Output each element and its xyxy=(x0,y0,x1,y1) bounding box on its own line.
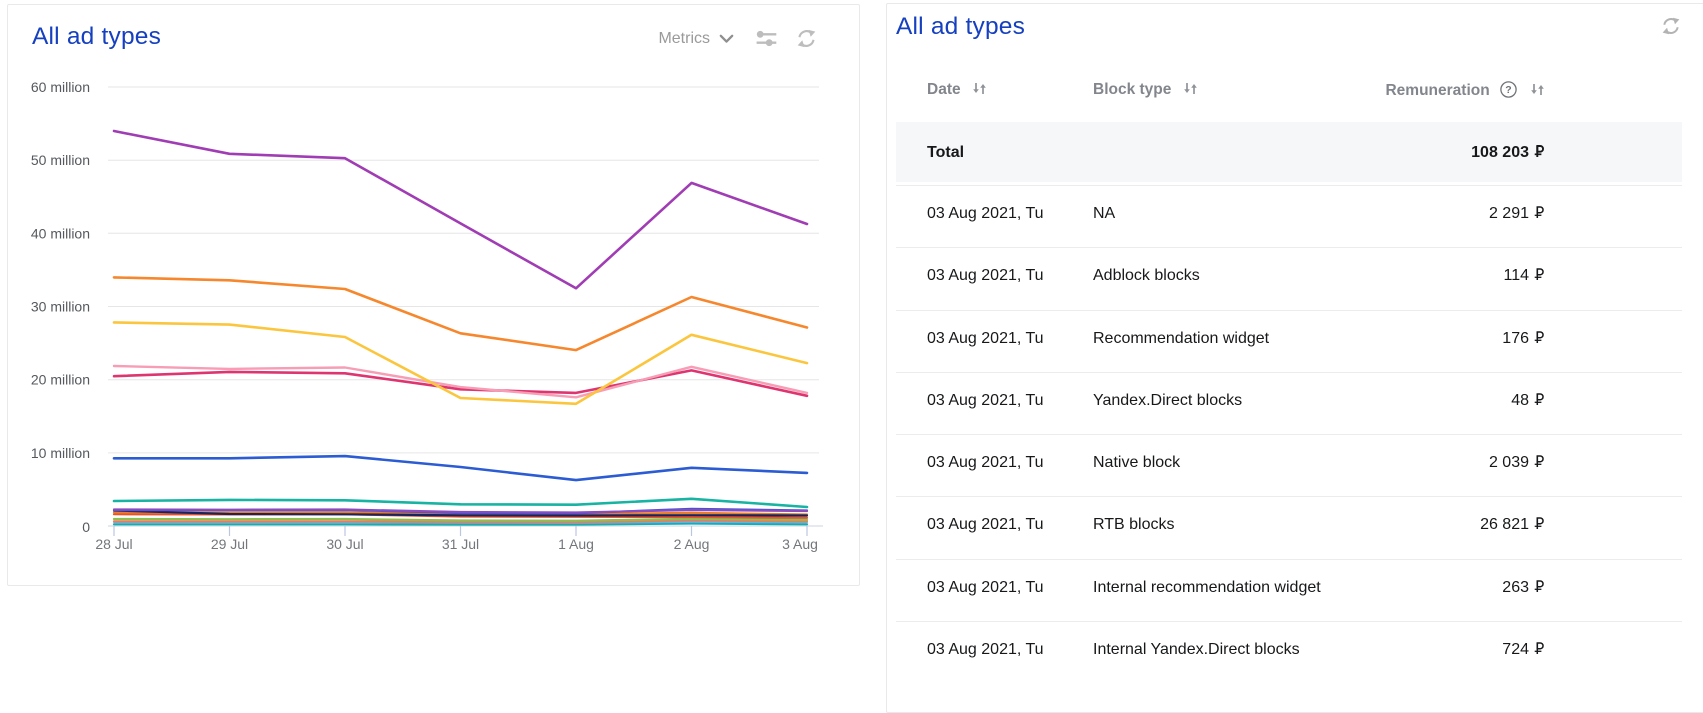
svg-text:20 million: 20 million xyxy=(31,372,90,388)
svg-text:29 Jul: 29 Jul xyxy=(211,536,248,552)
svg-text:10 million: 10 million xyxy=(31,445,90,461)
svg-text:50 million: 50 million xyxy=(31,152,90,168)
svg-text:?: ? xyxy=(1505,84,1511,96)
svg-text:60 million: 60 million xyxy=(31,79,90,95)
svg-text:31 Jul: 31 Jul xyxy=(442,536,479,552)
svg-text:1 Aug: 1 Aug xyxy=(558,536,594,552)
svg-text:28 Jul: 28 Jul xyxy=(95,536,132,552)
svg-text:30 Jul: 30 Jul xyxy=(326,536,363,552)
svg-text:30 million: 30 million xyxy=(31,299,90,315)
svg-text:0: 0 xyxy=(82,519,90,535)
svg-text:3 Aug: 3 Aug xyxy=(782,536,818,552)
svg-text:2 Aug: 2 Aug xyxy=(674,536,710,552)
svg-text:40 million: 40 million xyxy=(31,225,90,241)
